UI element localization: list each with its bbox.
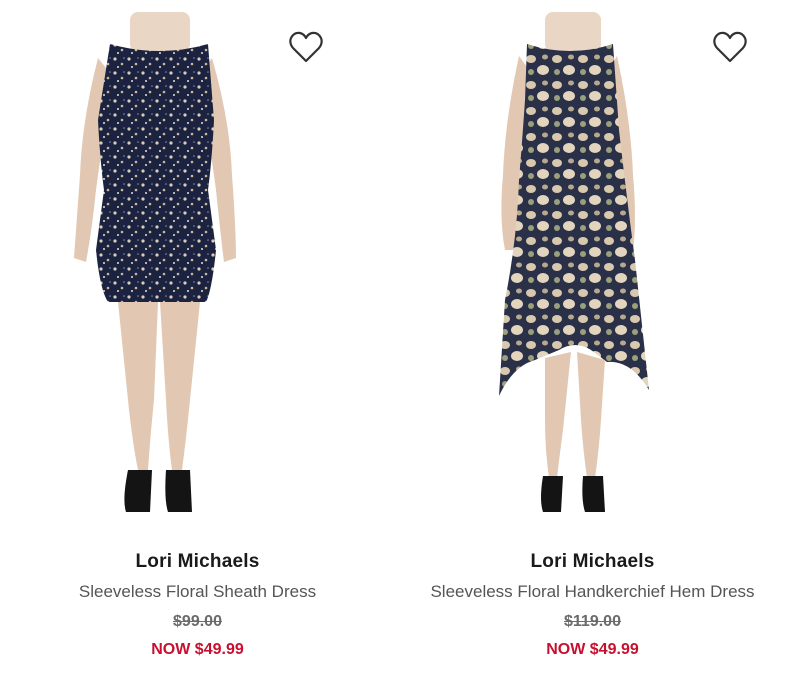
product-card[interactable]: Lori Michaels Sleeveless Floral Handkerc…	[395, 0, 790, 695]
product-card[interactable]: Lori Michaels Sleeveless Floral Sheath D…	[0, 0, 395, 695]
heart-outline-icon	[713, 31, 747, 63]
product-name[interactable]: Sleeveless Floral Sheath Dress	[0, 576, 395, 608]
product-brand[interactable]: Lori Michaels	[395, 548, 790, 576]
heart-outline-icon	[289, 31, 323, 63]
product-name[interactable]: Sleeveless Floral Handkerchief Hem Dress	[395, 576, 790, 608]
product-image[interactable]	[395, 0, 790, 530]
product-brand[interactable]: Lori Michaels	[0, 548, 395, 576]
product-info: Lori Michaels Sleeveless Floral Handkerc…	[395, 548, 790, 664]
product-image[interactable]	[0, 0, 395, 530]
dress-photo-sheath	[74, 12, 236, 512]
product-grid: Lori Michaels Sleeveless Floral Sheath D…	[0, 0, 790, 695]
sale-price: NOW $49.99	[151, 641, 244, 658]
favorite-button[interactable]	[712, 30, 748, 64]
favorite-button[interactable]	[288, 30, 324, 64]
sale-price: NOW $49.99	[546, 641, 639, 658]
dress-photo-handkerchief	[499, 12, 649, 512]
product-info: Lori Michaels Sleeveless Floral Sheath D…	[0, 548, 395, 664]
original-price: $99.00	[173, 613, 222, 630]
original-price: $119.00	[564, 613, 621, 630]
